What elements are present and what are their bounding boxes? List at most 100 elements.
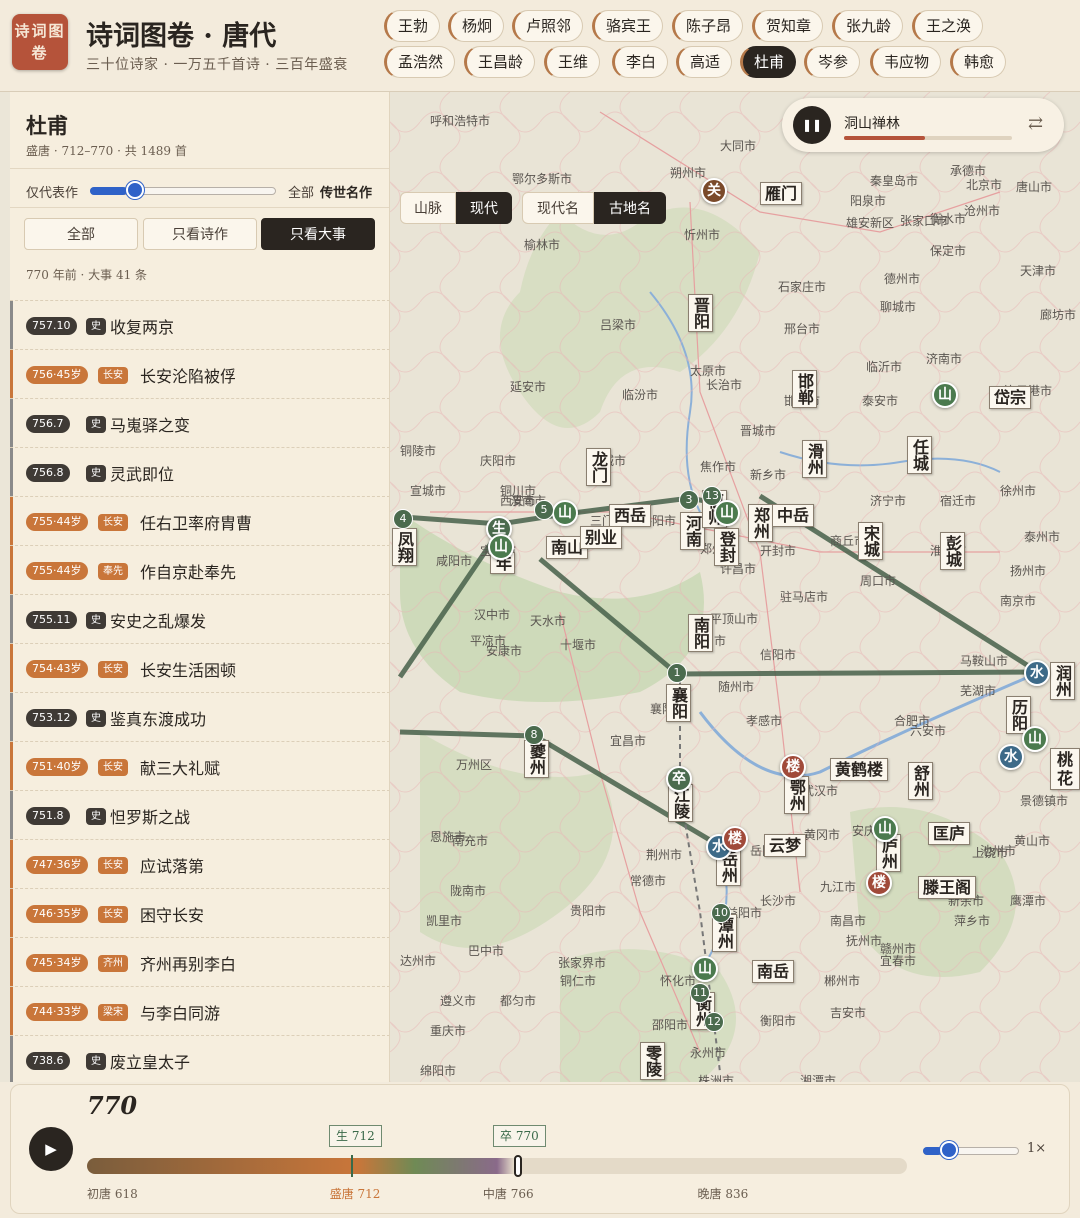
event-row[interactable]: 746·35岁 长安 困守长安 — [10, 888, 389, 938]
poet-chip[interactable]: 陈子昂 — [672, 10, 744, 42]
map-city-label[interactable]: 鄂州 — [784, 776, 809, 814]
poet-chip[interactable]: 卢照邻 — [512, 10, 584, 42]
tower-marker[interactable]: 楼 — [780, 754, 806, 780]
filter-events-button[interactable]: 只看大事 — [261, 218, 375, 250]
rep-slider[interactable] — [90, 181, 276, 199]
poet-chip[interactable]: 杨炯 — [448, 10, 505, 42]
map-city-label[interactable]: 润州 — [1050, 662, 1075, 700]
speed-slider[interactable] — [923, 1141, 1019, 1159]
map-city-label[interactable]: 云梦 — [764, 834, 807, 857]
route-stop-13[interactable]: 13 — [702, 486, 722, 506]
toggle-ancient-names[interactable]: 古地名 — [594, 192, 666, 224]
map-city-label[interactable]: 晋阳 — [688, 294, 713, 332]
poet-chip[interactable]: 骆宾王 — [592, 10, 664, 42]
map-city-label[interactable]: 宋城 — [858, 522, 883, 560]
route-stop-4[interactable]: 4 — [393, 509, 413, 529]
map-city-label[interactable]: 郑州 — [748, 504, 773, 542]
poet-chip[interactable]: 杜甫 — [740, 46, 797, 78]
map-city-label[interactable]: 滕王阁 — [918, 876, 977, 899]
tower-marker[interactable]: 楼 — [866, 870, 892, 896]
timeline-bar[interactable] — [87, 1158, 907, 1174]
audio-progress[interactable] — [844, 136, 1012, 140]
poet-chip[interactable]: 孟浩然 — [384, 46, 456, 78]
poet-chip[interactable]: 张九龄 — [832, 10, 904, 42]
timeline-cursor[interactable] — [514, 1155, 522, 1177]
map-city-label[interactable]: 南岳 — [752, 960, 795, 983]
map-city-label[interactable]: 邯郸 — [792, 370, 817, 408]
map-city-label[interactable]: 黄鹤楼 — [830, 758, 889, 781]
event-row[interactable]: 756.7 史马嵬驿之变 — [10, 398, 389, 448]
event-row[interactable]: 744·33岁 梁宋 与李白同游 — [10, 986, 389, 1036]
water-marker[interactable]: 水 — [998, 744, 1024, 770]
poet-chip[interactable]: 王昌龄 — [464, 46, 536, 78]
mountain-marker[interactable]: 山 — [488, 534, 514, 560]
map-city-label[interactable]: 中岳 — [772, 504, 815, 527]
event-row[interactable]: 756.8 史灵武即位 — [10, 447, 389, 497]
map-city-label[interactable]: 岱宗 — [989, 386, 1032, 409]
route-stop-8[interactable]: 8 — [524, 725, 544, 745]
tower-marker[interactable]: 楼 — [722, 826, 748, 852]
event-row[interactable]: 751.8 史怛罗斯之战 — [10, 790, 389, 840]
event-row[interactable]: 754·43岁 长安 长安生活困顿 — [10, 643, 389, 693]
poet-chip[interactable]: 王维 — [544, 46, 601, 78]
mountain-marker[interactable]: 山 — [552, 500, 578, 526]
map-city-label[interactable]: 零陵 — [640, 1042, 665, 1080]
mountain-marker[interactable]: 山 — [1022, 726, 1048, 752]
rep-slider-thumb[interactable] — [126, 181, 145, 199]
event-row[interactable]: 753.12 史鉴真东渡成功 — [10, 692, 389, 742]
route-stop-5[interactable]: 5 — [534, 500, 554, 520]
filter-all-button[interactable]: 全部 — [24, 218, 138, 250]
toggle-modern[interactable]: 现代 — [456, 192, 512, 224]
event-row[interactable]: 755.11 史安史之乱爆发 — [10, 594, 389, 644]
poet-chip[interactable]: 韩愈 — [950, 46, 1007, 78]
event-row[interactable]: 756·45岁 长安 长安沦陷被俘 — [10, 349, 389, 399]
event-row[interactable]: 751·40岁 长安 献三大礼赋 — [10, 741, 389, 791]
event-row[interactable]: 745·34岁 齐州 齐州再别李白 — [10, 937, 389, 987]
pass-marker[interactable]: 关 — [701, 178, 727, 204]
event-row[interactable]: 747·36岁 长安 应试落第 — [10, 839, 389, 889]
poet-chip[interactable]: 贺知章 — [752, 10, 824, 42]
event-row[interactable]: 738.6 史废立皇太子 — [10, 1035, 389, 1082]
event-row[interactable]: 757.10 史收复两京 — [10, 300, 389, 350]
map-city-label[interactable]: 龙门 — [586, 448, 611, 486]
map-city-label[interactable]: 匡庐 — [928, 822, 971, 845]
route-stop-1[interactable]: 1 — [667, 663, 687, 683]
map-city-label[interactable]: 登封 — [714, 528, 739, 566]
map-city-label[interactable]: 别业 — [580, 526, 623, 549]
poet-chip[interactable]: 韦应物 — [870, 46, 942, 78]
death-marker[interactable]: 卒 — [666, 766, 692, 792]
route-stop-10[interactable]: 10 — [711, 903, 731, 923]
poet-chip[interactable]: 岑参 — [804, 46, 861, 78]
speed-slider-thumb[interactable] — [940, 1141, 959, 1159]
event-row[interactable]: 755·44岁 长安 任右卫率府胄曹 — [10, 496, 389, 546]
mountain-marker[interactable]: 山 — [932, 382, 958, 408]
poet-chip[interactable]: 高适 — [676, 46, 733, 78]
map-city-label[interactable]: 任城 — [907, 436, 932, 474]
poet-chip[interactable]: 王之涣 — [912, 10, 984, 42]
timeline-play-button[interactable]: ▶ — [29, 1127, 73, 1171]
map-city-label[interactable]: 凤翔 — [392, 528, 417, 566]
audio-pause-button[interactable]: ❚❚ — [793, 106, 831, 144]
route-stop-12[interactable]: 12 — [704, 1012, 724, 1032]
map-city-label[interactable]: 滑州 — [802, 440, 827, 478]
map-city-label[interactable]: 雁门 — [760, 182, 803, 205]
event-row[interactable]: 755·44岁 奉先 作自京赴奉先 — [10, 545, 389, 595]
toggle-mountains[interactable]: 山脉 — [400, 192, 456, 224]
swap-icon[interactable]: ⇄ — [1028, 113, 1043, 134]
poet-chip[interactable]: 李白 — [612, 46, 669, 78]
map-city-label[interactable]: 南阳 — [688, 614, 713, 652]
map-city-label[interactable]: 彭城 — [940, 532, 965, 570]
toggle-modern-names[interactable]: 现代名 — [522, 192, 594, 224]
route-stop-11[interactable]: 11 — [690, 983, 710, 1003]
mountain-marker[interactable]: 山 — [692, 956, 718, 982]
map-city-label[interactable]: 西岳 — [609, 504, 652, 527]
filter-poems-button[interactable]: 只看诗作 — [143, 218, 257, 250]
water-marker[interactable]: 水 — [1024, 660, 1050, 686]
map-city-label[interactable]: 襄阳 — [666, 684, 691, 722]
route-stop-3[interactable]: 3 — [679, 490, 699, 510]
map-city-label[interactable]: 桃花 — [1050, 748, 1080, 790]
map-city-label[interactable]: 夔州 — [524, 740, 549, 778]
map-city-label[interactable]: 舒州 — [908, 762, 933, 800]
mountain-marker[interactable]: 山 — [872, 816, 898, 842]
poet-chip[interactable]: 王勃 — [384, 10, 441, 42]
